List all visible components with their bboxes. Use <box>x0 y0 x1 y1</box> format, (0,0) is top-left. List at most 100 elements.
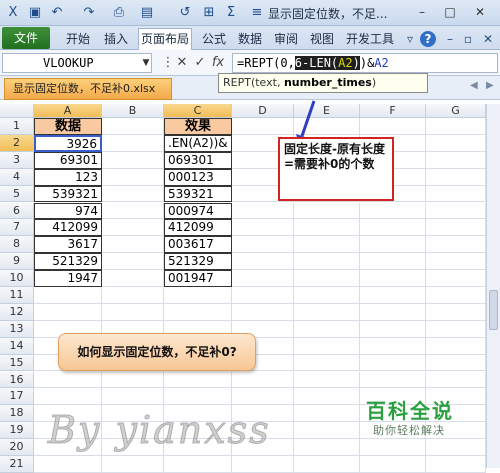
cell-f7[interactable] <box>360 219 426 237</box>
cell-e13[interactable] <box>294 320 360 338</box>
cell-b2[interactable] <box>102 134 164 152</box>
redo-icon[interactable]: ↷ <box>80 4 98 22</box>
cell-g3[interactable] <box>426 151 486 169</box>
cell-e8[interactable] <box>294 236 360 254</box>
cell-g15[interactable] <box>426 354 486 372</box>
align-icon[interactable]: ≡ <box>248 4 266 22</box>
cell-a8[interactable]: 3617 <box>34 236 102 254</box>
row-header-9[interactable]: 9 <box>0 253 34 271</box>
cell-g4[interactable] <box>426 168 486 186</box>
cell-d16[interactable] <box>232 371 294 389</box>
cell-g12[interactable] <box>426 303 486 321</box>
column-header-c[interactable]: C <box>164 104 232 118</box>
cell-a11[interactable] <box>34 287 102 304</box>
cell-f1[interactable] <box>360 118 426 135</box>
cell-g6[interactable] <box>426 202 486 220</box>
cell-f6[interactable] <box>360 202 426 220</box>
row-header-17[interactable]: 17 <box>0 388 34 406</box>
close-workbook-icon[interactable]: ✕ <box>480 31 496 47</box>
cell-g1[interactable] <box>426 118 486 135</box>
cell-f12[interactable] <box>360 303 426 321</box>
cell-b5[interactable] <box>102 185 164 203</box>
column-header-d[interactable]: D <box>232 104 294 118</box>
row-header-5[interactable]: 5 <box>0 185 34 203</box>
cell-c16[interactable] <box>164 371 232 389</box>
cell-b8[interactable] <box>102 236 164 254</box>
workbook-tab[interactable]: 显示固定位数，不足补0.xlsx <box>4 78 172 100</box>
cell-d6[interactable] <box>232 202 294 220</box>
cell-e21[interactable] <box>294 456 360 473</box>
cell-a5[interactable]: 539321 <box>34 185 102 203</box>
cell-c17[interactable] <box>164 388 232 406</box>
cell-c4[interactable]: 000123 <box>164 168 232 186</box>
cell-g11[interactable] <box>426 287 486 304</box>
row-header-13[interactable]: 13 <box>0 320 34 338</box>
cell-a1[interactable]: 数据 <box>34 118 102 135</box>
cell-e17[interactable] <box>294 388 360 406</box>
cell-c21[interactable] <box>164 456 232 473</box>
cell-g8[interactable] <box>426 236 486 254</box>
cell-d8[interactable] <box>232 236 294 254</box>
cell-e9[interactable] <box>294 253 360 271</box>
column-header-a[interactable]: A <box>34 104 102 118</box>
cell-e10[interactable] <box>294 270 360 287</box>
save-icon[interactable]: ▣ <box>26 4 44 22</box>
cell-a3[interactable]: 69301 <box>34 151 102 169</box>
row-header-2[interactable]: 2 <box>0 134 34 152</box>
cell-b17[interactable] <box>102 388 164 406</box>
cell-g13[interactable] <box>426 320 486 338</box>
cell-g14[interactable] <box>426 337 486 355</box>
row-header-14[interactable]: 14 <box>0 337 34 355</box>
cell-f8[interactable] <box>360 236 426 254</box>
restore-workbook-icon[interactable]: ▫ <box>460 31 476 47</box>
cell-b7[interactable] <box>102 219 164 237</box>
cell-a17[interactable] <box>34 388 102 406</box>
cell-f14[interactable] <box>360 337 426 355</box>
cell-d21[interactable] <box>232 456 294 473</box>
cell-g9[interactable] <box>426 253 486 271</box>
minimize-workbook-icon[interactable]: – <box>442 31 458 47</box>
tab-formulas[interactable]: 公式 <box>200 30 228 48</box>
insert-function-icon[interactable]: fx <box>210 54 226 72</box>
cell-c6[interactable]: 000974 <box>164 202 232 220</box>
cell-b11[interactable] <box>102 287 164 304</box>
cell-g5[interactable] <box>426 185 486 203</box>
cell-g7[interactable] <box>426 219 486 237</box>
cell-d1[interactable] <box>232 118 294 135</box>
cell-a7[interactable]: 412099 <box>34 219 102 237</box>
print-preview-icon[interactable]: ⎙ <box>110 4 128 22</box>
cell-e20[interactable] <box>294 439 360 456</box>
cell-a4[interactable]: 123 <box>34 168 102 186</box>
row-header-1[interactable]: 1 <box>0 118 34 135</box>
minimize-button[interactable]: – <box>412 3 432 21</box>
row-header-8[interactable]: 8 <box>0 236 34 254</box>
cell-e16[interactable] <box>294 371 360 389</box>
cell-b3[interactable] <box>102 151 164 169</box>
tab-review[interactable]: 审阅 <box>272 30 300 48</box>
column-header-g[interactable]: G <box>426 104 486 118</box>
tab-insert[interactable]: 插入 <box>102 30 130 48</box>
cell-d17[interactable] <box>232 388 294 406</box>
cell-f15[interactable] <box>360 354 426 372</box>
cell-c3[interactable]: 069301 <box>164 151 232 169</box>
cell-e19[interactable] <box>294 422 360 440</box>
cell-f21[interactable] <box>360 456 426 473</box>
row-header-12[interactable]: 12 <box>0 303 34 321</box>
cell-c5[interactable]: 539321 <box>164 185 232 203</box>
help-icon[interactable]: ? <box>420 31 436 47</box>
row-header-6[interactable]: 6 <box>0 202 34 220</box>
cell-a2[interactable]: 3926 <box>34 134 102 152</box>
column-header-f[interactable]: F <box>360 104 426 118</box>
cell-c9[interactable]: 521329 <box>164 253 232 271</box>
cell-g21[interactable] <box>426 456 486 473</box>
row-header-15[interactable]: 15 <box>0 354 34 372</box>
cell-c2[interactable]: .EN(A2))& <box>164 134 232 152</box>
cell-c1[interactable]: 效果 <box>164 118 232 135</box>
name-box-dropdown-icon[interactable]: ▼ <box>140 53 152 73</box>
cell-d7[interactable] <box>232 219 294 237</box>
cell-b6[interactable] <box>102 202 164 220</box>
tab-file[interactable]: 文件 <box>2 27 50 49</box>
row-header-11[interactable]: 11 <box>0 287 34 304</box>
cell-a12[interactable] <box>34 303 102 321</box>
cell-g16[interactable] <box>426 371 486 389</box>
